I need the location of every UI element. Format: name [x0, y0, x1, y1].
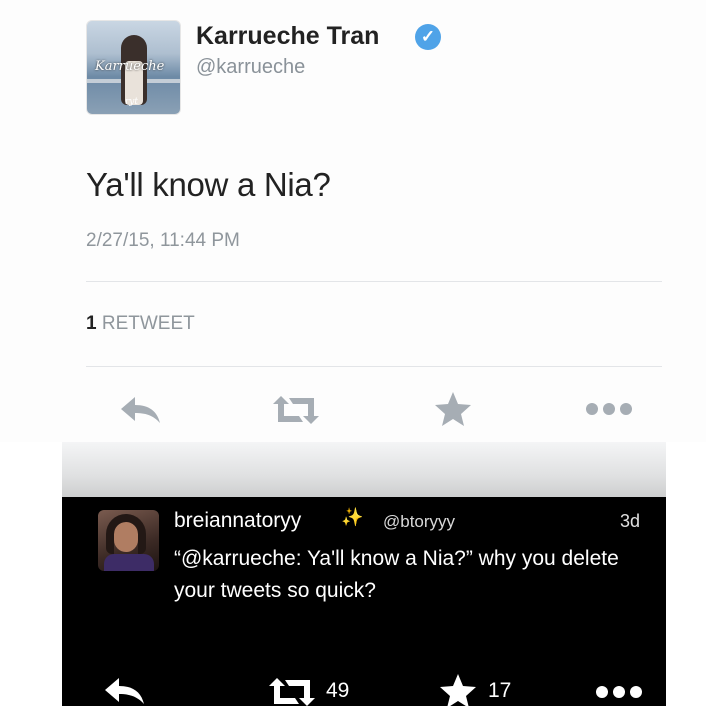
reply-retweet-count: 49 [326, 679, 350, 702]
page-margin-right [666, 497, 706, 706]
retweet-button[interactable] [268, 392, 324, 428]
retweet-label: RETWEET [101, 313, 195, 334]
reply-icon [105, 678, 144, 704]
reply-reply-button[interactable] [102, 676, 148, 706]
avatar-signature: Karrueche [95, 59, 165, 74]
reply-display-name[interactable]: breiannatoryy [174, 509, 301, 533]
reply-tweet-text: “@karrueche: Ya'll know a Nia?” why you … [174, 547, 619, 602]
favorite-button[interactable] [432, 389, 474, 429]
sparkle-emoji-icon: ✨ [341, 507, 364, 527]
reply-favorite-count: 17 [488, 679, 512, 702]
favorite-icon [435, 392, 471, 426]
retweet-count-link[interactable]: 1 RETWEET [86, 313, 195, 335]
reply-icon [121, 397, 160, 423]
retweet-icon [273, 396, 319, 424]
retweet-count: 1 [86, 313, 97, 334]
tweet-text: Ya'll know a Nia? [86, 166, 331, 203]
reply-user-handle[interactable]: @btoryyy [383, 512, 455, 532]
page-margin-left [0, 497, 62, 706]
retweet-icon [269, 678, 315, 706]
reply-timestamp: 3d [620, 511, 641, 531]
divider [86, 366, 662, 367]
reply-favorite-button[interactable] [437, 672, 479, 706]
more-button[interactable] [584, 398, 634, 420]
more-icon [586, 403, 632, 415]
reply-avatar[interactable] [98, 510, 159, 571]
tweet-timestamp: 2/27/15, 11:44 PM [86, 230, 240, 251]
divider [86, 281, 662, 282]
more-icon [596, 686, 642, 698]
display-name[interactable]: Karrueche Tran [196, 22, 379, 51]
reply-more-button[interactable] [594, 684, 644, 700]
user-handle[interactable]: @karrueche [196, 56, 305, 79]
reply-retweet-button[interactable] [264, 676, 320, 706]
avatar-signature-small: ryt [125, 97, 139, 107]
profile-avatar[interactable]: Karrueche ryt [86, 20, 181, 115]
favorite-icon [440, 674, 476, 706]
verified-badge-icon: ✓ [415, 24, 441, 50]
reply-button[interactable] [118, 392, 164, 428]
screenshot-seam [0, 442, 706, 502]
